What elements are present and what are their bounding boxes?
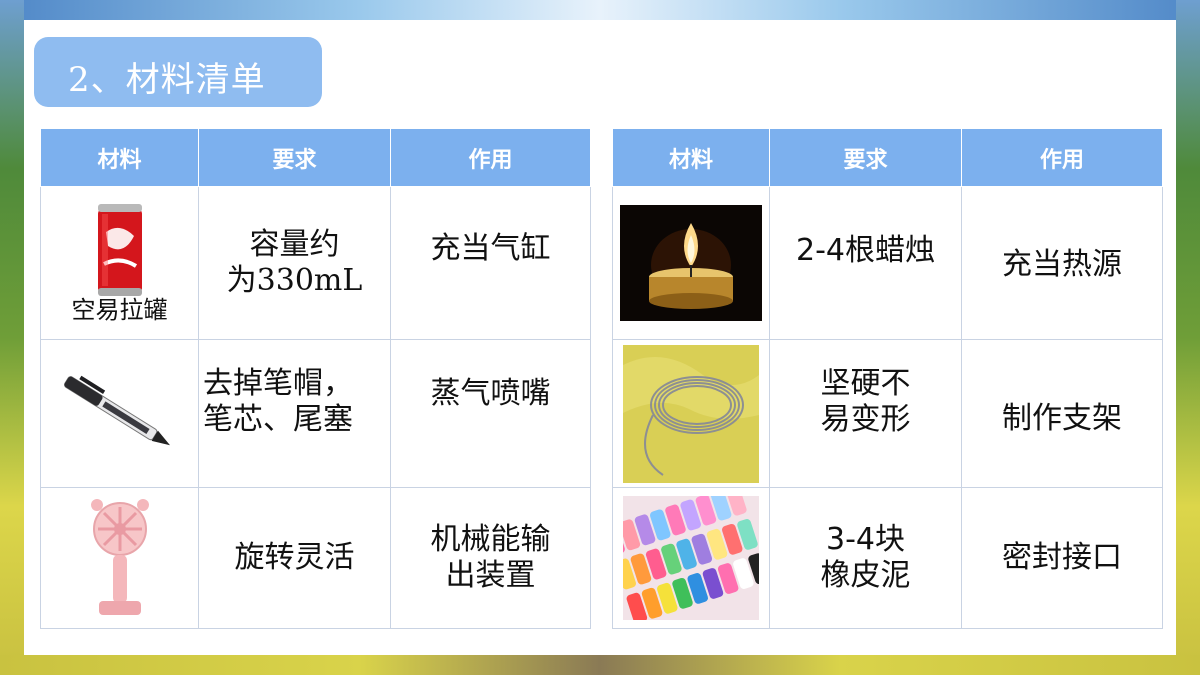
background-right-field [1176,0,1200,675]
purpose-cell: 充当热源 [961,186,1163,340]
requirement-line: 橡皮泥 [820,558,911,593]
gel-pen-icon [63,375,170,445]
slide-title: 2、材料清单 [68,60,266,100]
requirement-line: 3-4块 [826,522,905,557]
requirement-cell: 3-4块 橡皮泥 [769,487,962,629]
requirement-line: 为330mL [226,263,363,298]
material-cell [612,186,770,340]
requirement-cell: 2-4根蜡烛 [769,186,962,340]
purpose-line: 机械能输 [430,522,551,557]
background-left-field [0,0,24,675]
table-row: 旋转灵活 机械能输 出装置 [40,487,591,629]
purpose-line: 出装置 [445,558,536,593]
table-row: 坚硬不 易变形 制作支架 [612,339,1163,488]
handheld-fan-icon [90,499,149,615]
material-cell [612,487,770,629]
material-cell: 空易拉罐 [40,186,199,340]
table-row: 去掉笔帽， 笔芯、尾塞 蒸气喷嘴 [40,339,591,488]
requirement-cell: 去掉笔帽， 笔芯、尾塞 [198,339,391,488]
header-material: 材料 [612,128,770,187]
requirement-line: 去掉笔帽， [203,366,353,401]
purpose-cell: 制作支架 [961,339,1163,488]
requirement-cell: 旋转灵活 [198,487,391,629]
background-sky [0,0,1200,20]
materials-table-left: 材料 要求 作用 空易拉罐 容量约 为330mL 充当气缸 去掉笔帽， 笔芯、尾… [40,128,591,629]
requirement-cell: 容量约 为330mL [198,186,391,340]
clay-sticks-icon [623,496,759,620]
candle-icon [620,205,762,321]
header-requirement: 要求 [198,128,391,187]
material-cell [40,339,199,488]
table-row: 2-4根蜡烛 充当热源 [612,186,1163,340]
header-requirement: 要求 [769,128,962,187]
header-purpose: 作用 [961,128,1163,187]
requirement-line: 容量约 [249,227,340,262]
table-row: 空易拉罐 容量约 为330mL 充当气缸 [40,186,591,340]
header-material: 材料 [40,128,199,187]
table-row: 3-4块 橡皮泥 密封接口 [612,487,1163,629]
material-label: 空易拉罐 [71,295,168,324]
purpose-cell: 密封接口 [961,487,1163,629]
requirement-line: 笔芯、尾塞 [203,402,353,437]
material-cell [40,487,199,629]
materials-table-right: 材料 要求 作用 2-4根蜡烛 充当热源 坚硬不 易变形 制作支架 3-4块 橡… [612,128,1163,629]
table-header-row: 材料 要求 作用 [40,128,591,187]
requirement-line: 易变形 [820,402,911,437]
material-cell [612,339,770,488]
purpose-cell: 机械能输 出装置 [390,487,591,629]
soda-can-icon [97,203,142,296]
requirement-line: 坚硬不 [820,366,911,401]
table-header-row: 材料 要求 作用 [612,128,1163,187]
wire-coil-icon [623,344,759,483]
purpose-cell: 蒸气喷嘴 [390,339,591,488]
header-purpose: 作用 [390,128,591,187]
requirement-cell: 坚硬不 易变形 [769,339,962,488]
background-bottom-field [0,655,1200,675]
purpose-cell: 充当气缸 [390,186,591,340]
